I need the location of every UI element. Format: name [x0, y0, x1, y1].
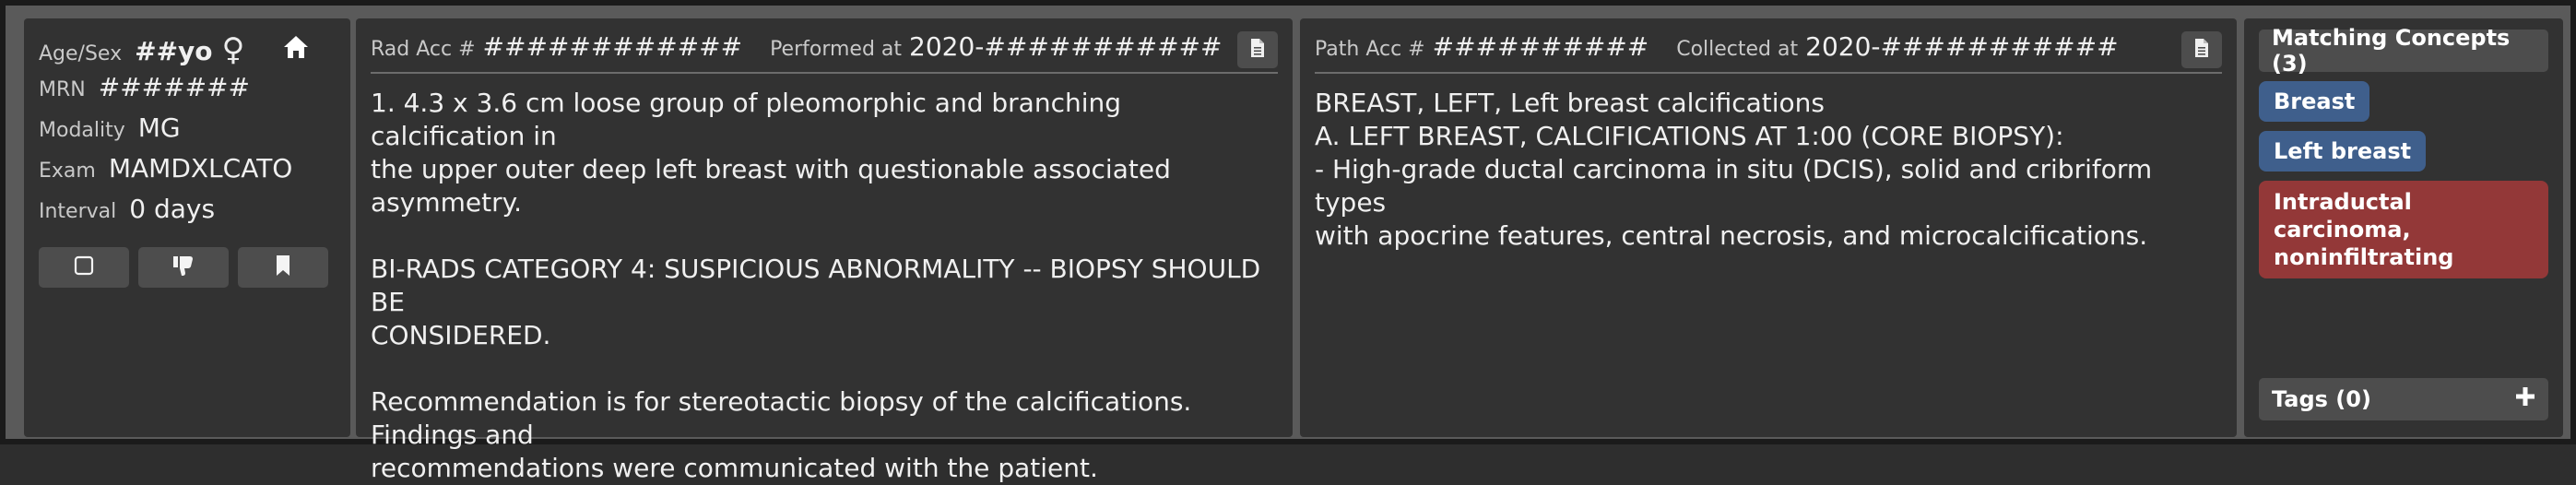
female-sex-icon: ♀: [221, 31, 245, 68]
bookmark-button[interactable]: [238, 247, 328, 288]
tags-bar[interactable]: Tags (0): [2259, 378, 2548, 420]
matching-concepts-title: Matching Concepts (3): [2272, 25, 2511, 77]
report-line: 1. 4.3 x 3.6 cm loose group of pleomorph…: [371, 88, 1122, 151]
mrn-value: #######: [98, 72, 250, 102]
patient-panel: Age/Sex ##yo ♀ MRN ####### Modality MG E…: [24, 18, 350, 437]
report-line: BREAST, LEFT, Left breast calcifications: [1315, 88, 1826, 118]
report-line: the upper outer deep left breast with qu…: [371, 154, 1171, 218]
radiology-header: Rad Acc # ############ Performed at 2020…: [371, 31, 1278, 74]
concept-chip-intraductal-carcinoma[interactable]: Intraductal carcinoma, noninfiltrating: [2259, 181, 2548, 278]
document-icon: [1249, 38, 1266, 62]
concept-chip-left-breast[interactable]: Left breast: [2259, 131, 2427, 172]
thumbs-down-button[interactable]: [138, 247, 229, 288]
pathology-report-text: BREAST, LEFT, Left breast calcifications…: [1315, 87, 2222, 253]
radiology-report-text: 1. 4.3 x 3.6 cm loose group of pleomorph…: [371, 87, 1278, 485]
report-line: recommendations were communicated with t…: [371, 453, 1098, 483]
thumbs-down-icon: [171, 254, 195, 281]
report-line: - High-grade ductal carcinoma in situ (D…: [1315, 154, 2153, 218]
modality-label: Modality: [39, 119, 125, 142]
age-sex-label: Age/Sex: [39, 42, 123, 65]
collected-value: 2020-###########: [1805, 31, 2119, 62]
report-line: Recommendation is for stereotactic biops…: [371, 386, 1192, 450]
mrn-row: MRN #######: [39, 72, 336, 112]
pathology-header: Path Acc # ########## Collected at 2020-…: [1315, 31, 2222, 74]
plus-icon[interactable]: [2515, 386, 2535, 412]
performed-label: Performed at: [770, 38, 903, 61]
matching-concepts-header[interactable]: Matching Concepts (3): [2259, 25, 2548, 77]
document-icon: [2193, 38, 2210, 62]
exam-value: MAMDXLCATO: [108, 153, 293, 183]
path-acc-label: Path Acc #: [1315, 38, 1425, 61]
tags-label: Tags (0): [2272, 386, 2371, 412]
interval-row: Interval 0 days: [39, 194, 336, 234]
home-icon[interactable]: [282, 31, 310, 68]
path-acc-value: ##########: [1432, 31, 1649, 62]
report-line: CONSIDERED.: [371, 320, 551, 350]
radiology-report-panel: Rad Acc # ############ Performed at 2020…: [356, 18, 1293, 483]
performed-value: 2020-###########: [909, 31, 1223, 62]
exam-label: Exam: [39, 160, 96, 183]
rad-document-button[interactable]: [1237, 31, 1278, 68]
pathology-report-panel: Path Acc # ########## Collected at 2020-…: [1300, 18, 2237, 437]
rad-acc-label: Rad Acc #: [371, 38, 476, 61]
concepts-panel: Matching Concepts (3) Breast Left breast …: [2244, 18, 2563, 437]
age-value: ##yo: [135, 36, 213, 66]
concept-chip-breast[interactable]: Breast: [2259, 81, 2370, 122]
concept-chips: Breast Left breast Intraductal carcinoma,…: [2259, 81, 2548, 278]
square-icon: [74, 255, 94, 279]
rad-acc-value: ############: [482, 31, 743, 62]
collected-label: Collected at: [1676, 38, 1799, 61]
modality-row: Modality MG: [39, 112, 336, 153]
path-document-button[interactable]: [2181, 31, 2222, 68]
bookmark-icon: [274, 254, 292, 281]
action-buttons: [39, 247, 336, 288]
mrn-label: MRN: [39, 78, 86, 101]
exam-row: Exam MAMDXLCATO: [39, 153, 336, 194]
modality-value: MG: [137, 112, 181, 143]
checkbox-button[interactable]: [39, 247, 129, 288]
report-line: A. LEFT BREAST, CALCIFICATIONS AT 1:00 (…: [1315, 121, 2064, 151]
report-line: BI-RADS CATEGORY 4: SUSPICIOUS ABNORMALI…: [371, 254, 1261, 317]
case-card: Age/Sex ##yo ♀ MRN ####### Modality MG E…: [0, 0, 2576, 483]
report-line: with apocrine features, central necrosis…: [1315, 220, 2148, 251]
interval-value: 0 days: [129, 194, 216, 224]
interval-label: Interval: [39, 200, 117, 223]
